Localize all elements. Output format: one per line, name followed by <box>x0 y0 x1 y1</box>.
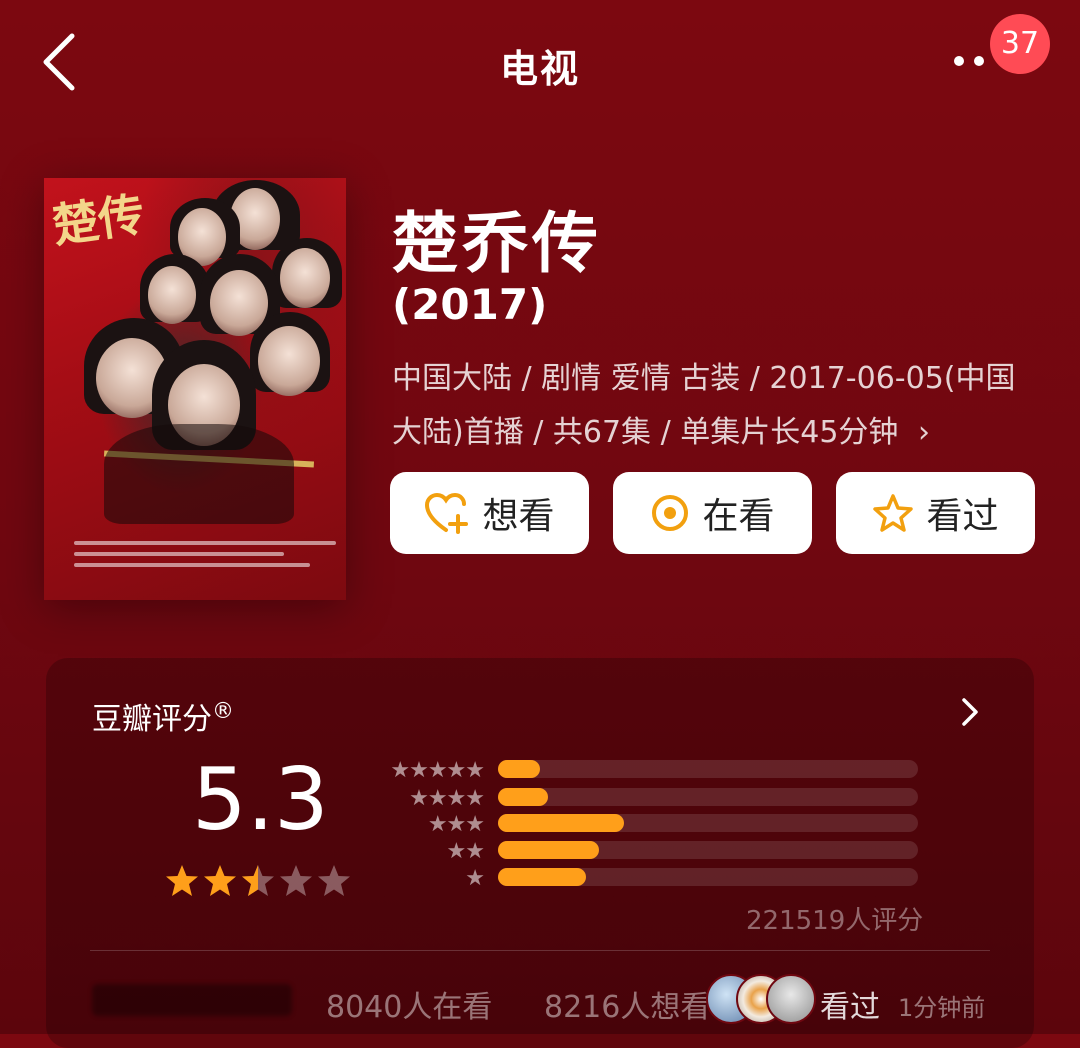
dist-fill <box>498 814 624 832</box>
poster-figure <box>148 266 196 324</box>
want-button[interactable]: 想看 <box>390 472 589 554</box>
dist-fill <box>498 788 549 806</box>
poster-figure <box>258 326 320 396</box>
score-stars <box>164 864 354 898</box>
poster-logo: 楚传 <box>49 186 148 254</box>
dist-track <box>498 788 918 806</box>
poster-figure <box>280 248 330 308</box>
dist-stars-label: ★★ <box>446 839 485 864</box>
show-year: (2017) <box>392 280 548 329</box>
douban-rating-card[interactable]: 豆瓣评分® 5.3 ★★★★★ ★★★★ ★★★ ★★ ★ 221519人评分 <box>46 658 1034 1048</box>
dist-track <box>498 841 918 859</box>
more-dot-icon <box>974 56 984 66</box>
star-empty-icon <box>280 865 312 896</box>
star-full-icon <box>166 865 198 896</box>
dist-stars-label: ★★★★★ <box>390 758 485 783</box>
circle-dot-icon <box>652 495 689 531</box>
want-count[interactable]: 8216人想看 <box>544 982 710 1026</box>
chevron-right-icon[interactable] <box>960 696 980 728</box>
dist-stars-label: ★ <box>465 866 485 891</box>
dist-fill <box>498 841 599 859</box>
activity-time: 1分钟前 <box>898 994 986 1022</box>
dist-stars-label: ★★★★ <box>409 786 485 811</box>
watching-button[interactable]: 在看 <box>613 472 812 554</box>
notification-badge[interactable]: 37 <box>990 14 1050 74</box>
rating-score: 5.3 <box>192 750 329 850</box>
watching-label: 在看 <box>702 496 775 537</box>
show-meta[interactable]: 中国大陆 / 剧情 爱情 古装 / 2017-06-05(中国大陆)首播 / 共… <box>392 352 1040 460</box>
show-poster[interactable]: 楚传 <box>44 178 346 600</box>
rating-title: 豆瓣评分® <box>92 694 234 738</box>
watched-activity-label: 看过 <box>820 990 880 1025</box>
divider <box>90 950 990 951</box>
blurred-username <box>92 984 292 1016</box>
dist-fill <box>498 760 540 778</box>
star-half-icon <box>242 865 274 896</box>
chevron-right-icon: › <box>917 415 930 450</box>
registered-mark: ® <box>212 699 234 724</box>
more-button[interactable] <box>950 40 990 80</box>
dist-track <box>498 760 918 778</box>
show-title: 楚乔传 <box>392 205 602 282</box>
want-label: 想看 <box>482 496 555 537</box>
rating-title-text: 豆瓣评分 <box>92 702 212 737</box>
poster-figure <box>104 424 294 524</box>
dist-track <box>498 868 918 886</box>
page-title: 电视 <box>499 47 580 91</box>
avatar[interactable] <box>766 974 816 1024</box>
rating-count: 221519人评分 <box>746 906 924 936</box>
dist-track <box>498 814 918 832</box>
heart-plus-icon <box>425 492 469 534</box>
poster-credits <box>74 534 336 574</box>
dist-fill <box>498 868 587 886</box>
star-outline-icon <box>873 494 914 532</box>
more-dot-icon <box>954 56 964 66</box>
dist-stars-label: ★★★ <box>427 812 485 837</box>
watching-count[interactable]: 8040人在看 <box>326 982 492 1026</box>
star-empty-icon <box>318 865 350 896</box>
watched-button[interactable]: 看过 <box>836 472 1035 554</box>
star-full-icon <box>204 865 236 896</box>
watched-label: 看过 <box>926 496 999 537</box>
